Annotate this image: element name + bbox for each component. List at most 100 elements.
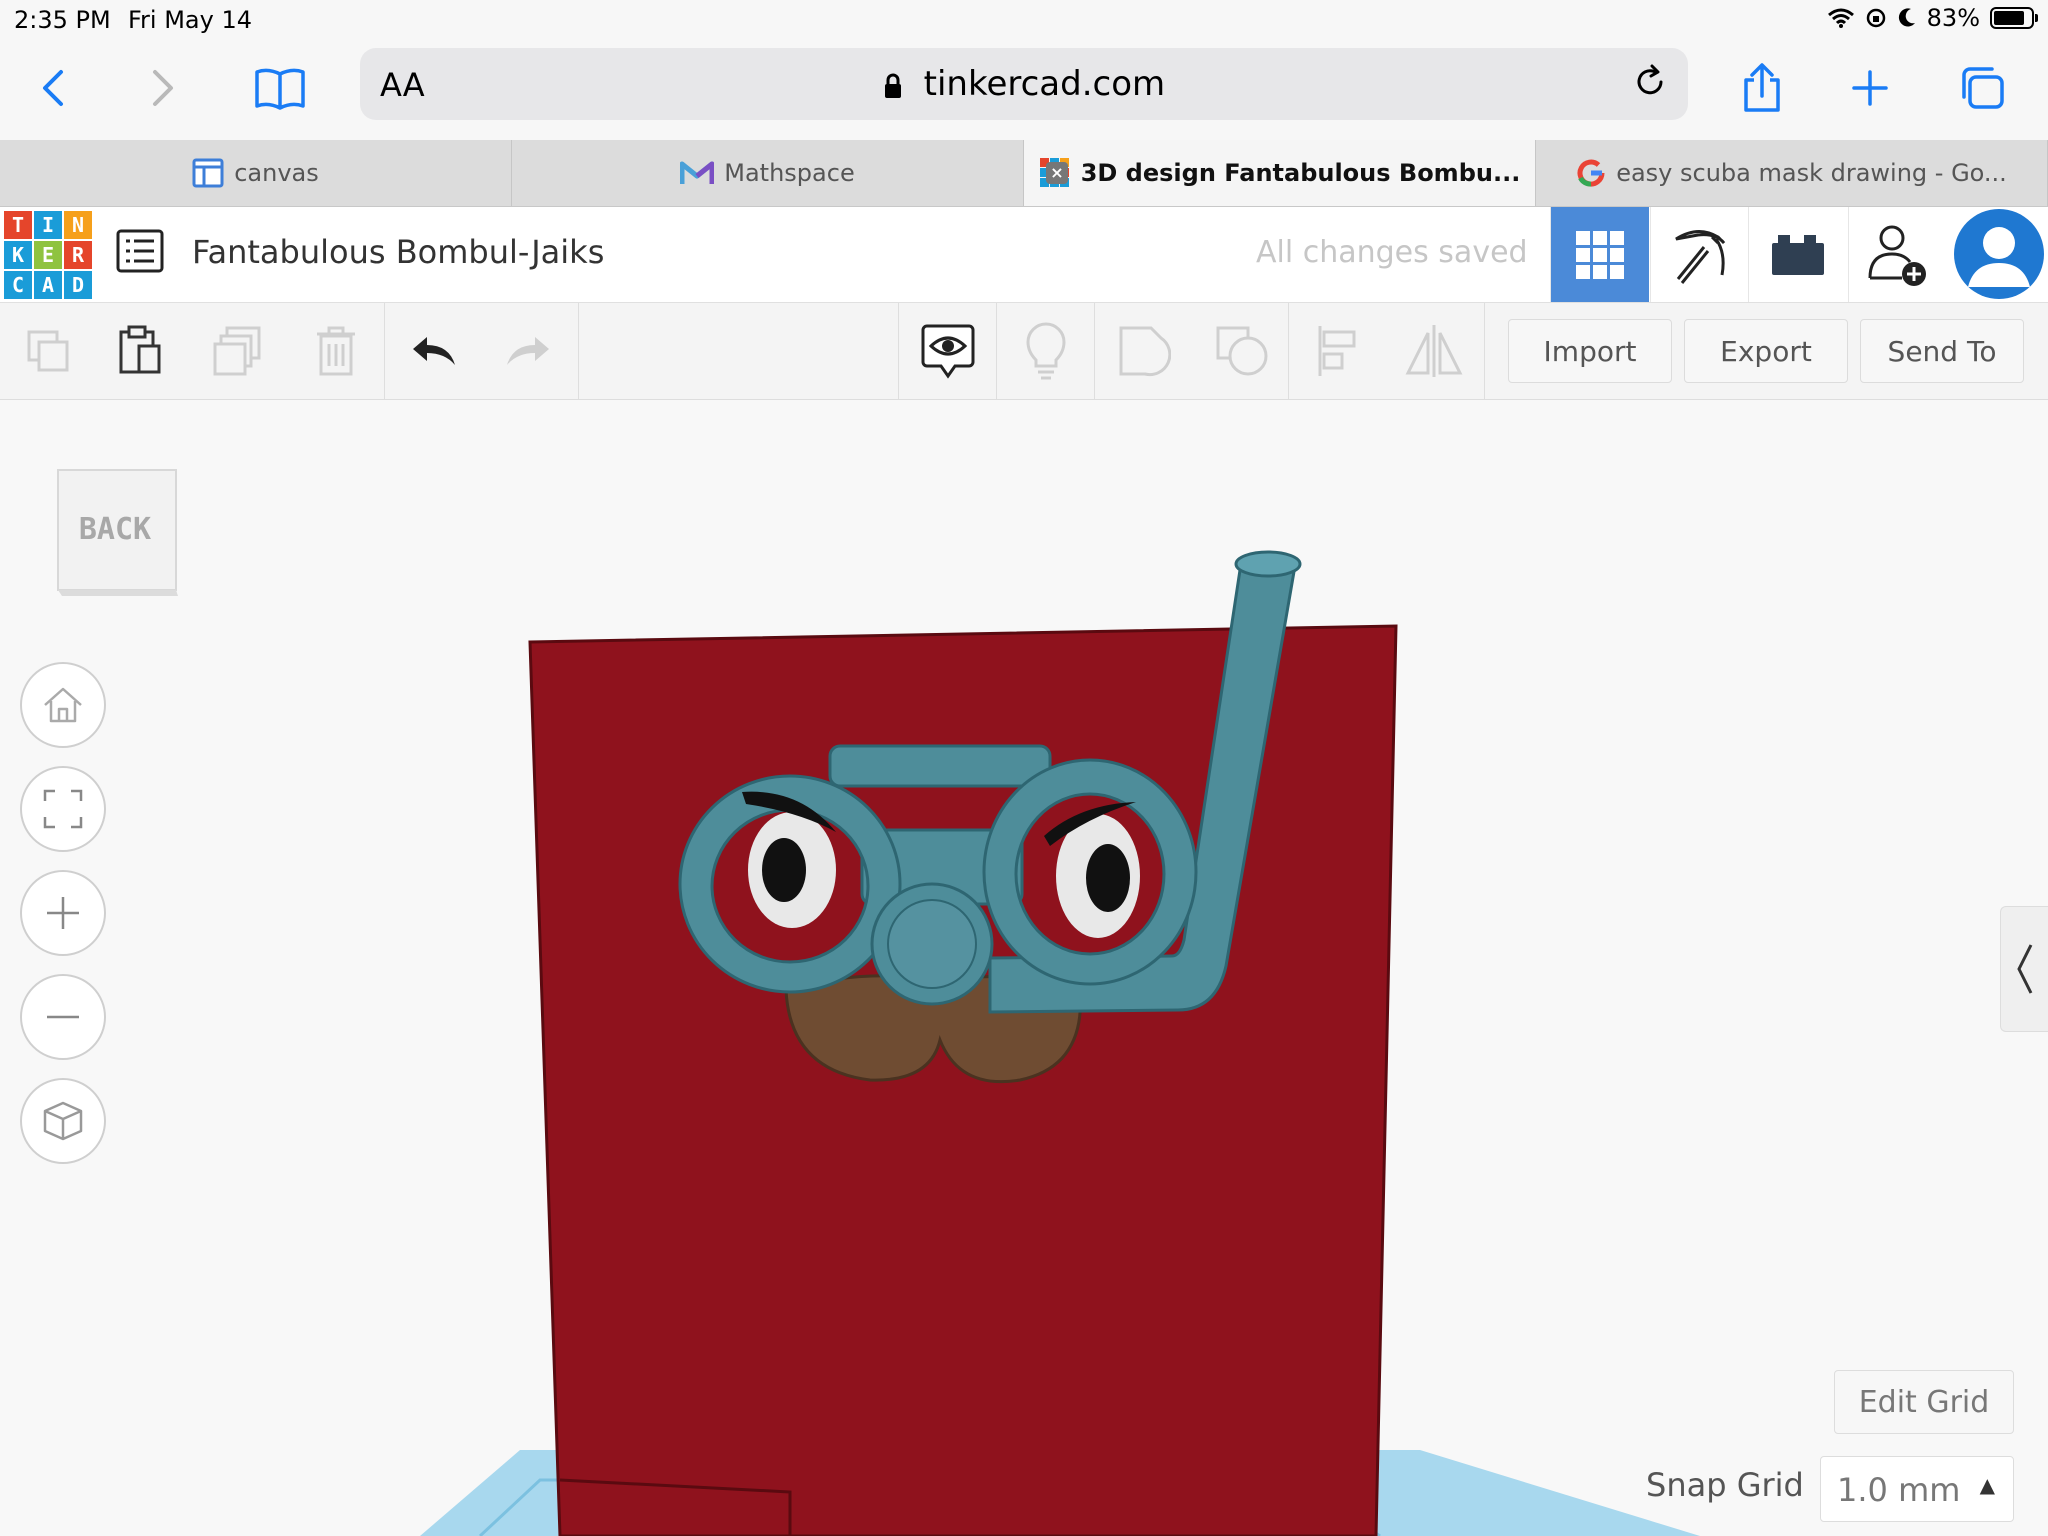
group-button[interactable]: [1114, 321, 1174, 381]
undo-icon: [413, 337, 455, 365]
url-display[interactable]: tinkercad.com: [360, 64, 1688, 104]
snap-grid-label: Snap Grid: [1646, 1466, 1804, 1504]
paste-button[interactable]: [110, 321, 170, 381]
user-avatar[interactable]: [1954, 209, 2044, 299]
tinkercad-header: TIN KER CAD Fantabulous Bombul-Jaiks All c…: [0, 207, 2048, 303]
invite-user-button[interactable]: [1848, 207, 1947, 302]
status-time: 2:35 PM: [14, 6, 111, 34]
url-text: tinkercad.com: [923, 64, 1166, 104]
status-bar: 2:35 PM Fri May 14 83%: [0, 0, 2048, 40]
import-button[interactable]: Import: [1508, 319, 1672, 383]
share-button[interactable]: [1732, 58, 1792, 118]
logo-letter: E: [34, 241, 62, 269]
chevron-right-icon: [153, 70, 173, 106]
bookmarks-button[interactable]: [250, 58, 310, 118]
toolbar-divider: [898, 303, 899, 399]
delete-button[interactable]: [306, 321, 366, 381]
share-icon: [1744, 63, 1780, 112]
ungroup-button[interactable]: [1212, 321, 1272, 381]
tab-google-search[interactable]: easy scuba mask drawing - Go...: [1536, 140, 2048, 206]
duplicate-icon: [213, 326, 261, 376]
design-menu-button[interactable]: [116, 229, 164, 277]
trash-icon: [317, 326, 355, 376]
tab-label: Mathspace: [724, 159, 855, 187]
logo-letter: C: [4, 271, 32, 299]
edit-grid-button[interactable]: Edit Grid: [1834, 1370, 2014, 1434]
plus-icon: [1852, 70, 1888, 106]
editor-toolbar: Import Export Send To: [0, 303, 2048, 400]
chevron-left-icon: [43, 70, 63, 106]
workplane-viewport[interactable]: BACK Edit Grid Snap Grid 1.0 mm ▲: [0, 400, 2048, 1536]
toolbar-divider: [578, 303, 579, 399]
tab-label: easy scuba mask drawing - Go...: [1616, 159, 2007, 187]
lightbulb-icon: [1026, 322, 1066, 380]
google-favicon-icon: [1576, 158, 1606, 188]
cube-icon: [43, 1101, 83, 1141]
close-tab-icon[interactable]: ×: [1046, 162, 1068, 184]
view-cube-label: BACK: [78, 512, 152, 547]
duplicate-button[interactable]: [208, 321, 268, 381]
list-icon: [116, 229, 164, 273]
send-to-button[interactable]: Send To: [1860, 319, 2024, 383]
tinkercad-logo[interactable]: TIN KER CAD: [4, 211, 92, 299]
address-bar[interactable]: AA tinkercad.com: [360, 48, 1688, 120]
logo-letter: D: [64, 271, 92, 299]
copy-button[interactable]: [18, 321, 78, 381]
align-icon: [1318, 326, 1356, 376]
new-tab-button[interactable]: [1840, 58, 1900, 118]
ungroup-icon: [1216, 326, 1268, 376]
redo-button[interactable]: [498, 321, 558, 381]
shapes-panel-toggle[interactable]: [2000, 906, 2048, 1032]
zoom-out-button[interactable]: [20, 974, 106, 1060]
redo-icon: [507, 337, 549, 365]
home-icon: [44, 687, 82, 723]
reload-button[interactable]: [1630, 62, 1670, 106]
save-status: All changes saved: [1256, 235, 1528, 270]
toolbar-divider: [384, 303, 385, 399]
tab-3d-design[interactable]: × 3D design Fantabulous Bombu...: [1024, 140, 1536, 206]
logo-letter: I: [34, 211, 62, 239]
tab-mathspace[interactable]: Mathspace: [512, 140, 1024, 206]
toolbar-divider: [996, 303, 997, 399]
notes-button[interactable]: [1016, 321, 1076, 381]
pickaxe-icon: [1675, 229, 1726, 284]
snap-grid-value: 1.0 mm: [1837, 1471, 1961, 1509]
tab-canvas[interactable]: canvas: [0, 140, 512, 206]
export-button[interactable]: Export: [1684, 319, 1848, 383]
mathspace-favicon-icon: [680, 160, 715, 186]
undo-button[interactable]: [404, 321, 464, 381]
tabs-icon: [1962, 67, 2004, 109]
3d-design-view-button[interactable]: [1550, 207, 1649, 302]
copy-icon: [27, 330, 69, 372]
reload-icon: [1637, 64, 1663, 95]
user-icon: [1968, 227, 2030, 287]
3d-scene[interactable]: [0, 400, 2048, 1536]
perspective-button[interactable]: [20, 1078, 106, 1164]
align-button[interactable]: [1308, 321, 1368, 381]
zoom-in-button[interactable]: [20, 870, 106, 956]
tabs-overview-button[interactable]: [1952, 58, 2012, 118]
back-button[interactable]: [24, 58, 84, 118]
pickaxe-view-button[interactable]: [1650, 207, 1749, 302]
tab-bar: canvas Mathspace × 3D design Fantabulous…: [0, 140, 2048, 207]
logo-letter: A: [34, 271, 62, 299]
grid-icon: [1576, 230, 1624, 279]
tab-label: canvas: [234, 159, 319, 187]
show-all-button[interactable]: [918, 321, 978, 381]
mirror-icon: [1405, 325, 1463, 377]
status-date: Fri May 14: [128, 6, 253, 34]
snap-grid-select[interactable]: 1.0 mm ▲: [1820, 1456, 2014, 1522]
group-icon: [1119, 326, 1171, 377]
view-cube[interactable]: BACK: [56, 468, 180, 598]
battery-icon: [1990, 7, 2038, 29]
mirror-button[interactable]: [1404, 321, 1464, 381]
design-title[interactable]: Fantabulous Bombul-Jaiks: [192, 233, 604, 271]
clipboard-icon: [119, 325, 161, 374]
home-view-button[interactable]: [20, 662, 106, 748]
forward-button[interactable]: [132, 58, 192, 118]
logo-letter: K: [4, 241, 32, 269]
toolbar-divider: [1094, 303, 1095, 399]
toolbar-divider: [1288, 303, 1289, 399]
bricks-view-button[interactable]: [1748, 207, 1847, 302]
fit-view-button[interactable]: [20, 766, 106, 852]
